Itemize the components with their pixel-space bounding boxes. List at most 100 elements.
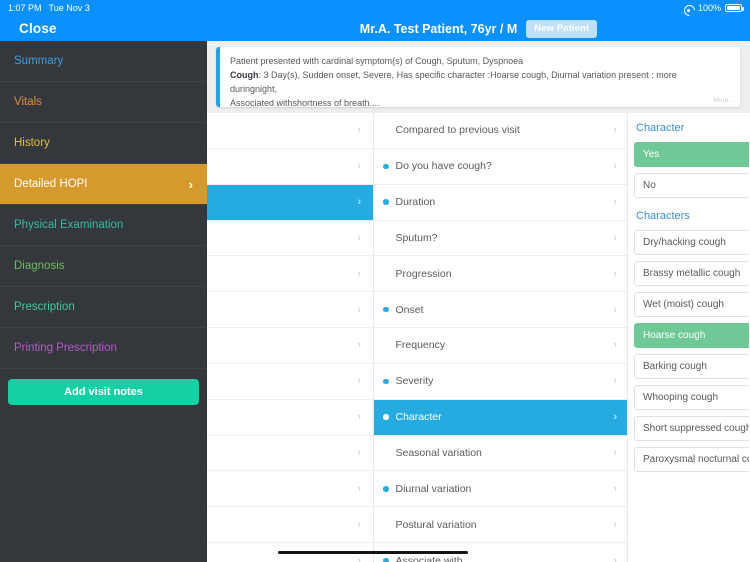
- option-wet-moist-cough[interactable]: Wet (moist) cough: [634, 292, 749, 317]
- question-row-onset[interactable]: Onset ›: [374, 292, 627, 329]
- question-row-frequency[interactable]: Frequency ›: [374, 328, 627, 364]
- summary-line-1: Patient presented with cardinal symptom(…: [230, 56, 524, 66]
- question-row-seasonal-variation[interactable]: Seasonal variation ›: [374, 436, 627, 472]
- sidebar-item-summary[interactable]: Summary: [0, 41, 207, 82]
- parent-question-row[interactable]: ›: [207, 113, 373, 149]
- sidebar-item-physical-examination[interactable]: Physical Examination: [0, 205, 207, 246]
- sidebar-item-label: Vitals: [14, 96, 42, 108]
- summary-symptom-label: Cough: [230, 69, 259, 80]
- chevron-right-icon: ›: [613, 196, 617, 209]
- pane-options: Character Yes No Characters Dry/hacking c…: [628, 113, 749, 562]
- option-no[interactable]: No: [634, 173, 749, 198]
- chevron-right-icon: ›: [357, 196, 361, 209]
- new-patient-button[interactable]: New Patient: [526, 19, 598, 38]
- question-row-severity[interactable]: Severity ›: [374, 364, 627, 400]
- chevron-right-icon: ›: [613, 339, 617, 352]
- parent-question-row[interactable]: ›: [207, 364, 373, 400]
- question-row-label: Severity: [395, 375, 434, 388]
- chevron-right-icon: ›: [613, 160, 617, 173]
- question-row-label: Diurnal variation: [395, 482, 472, 495]
- horizontal-scrollbar[interactable]: [278, 550, 468, 554]
- parent-question-row[interactable]: ›: [207, 184, 373, 221]
- question-row-postural-variation[interactable]: Postural variation ›: [374, 507, 627, 544]
- option-brassy-metallic-cough[interactable]: Brassy metallic cough: [634, 261, 749, 286]
- battery-full-icon: [725, 4, 744, 12]
- parent-question-row[interactable]: ›: [207, 149, 373, 185]
- parent-question-row[interactable]: ›: [207, 221, 373, 257]
- question-row-label: Frequency: [395, 339, 446, 352]
- question-row-label: Do you have cough?: [395, 160, 492, 173]
- close-button-label: Close: [19, 21, 57, 36]
- question-row-sputum-[interactable]: Sputum? ›: [374, 221, 627, 257]
- parent-question-row[interactable]: ›: [207, 400, 373, 436]
- parent-question-row[interactable]: ›: [207, 328, 373, 364]
- option-label: Wet (moist) cough: [643, 299, 724, 310]
- summary-more-link[interactable]: More..: [714, 97, 732, 104]
- chevron-right-icon: ›: [613, 375, 617, 388]
- option-barking-cough[interactable]: Barking cough: [634, 354, 749, 379]
- patient-name-label: Mr.A. Test Patient, 76yr / M: [359, 21, 518, 36]
- parent-question-row[interactable]: ›: [207, 507, 373, 544]
- chevron-right-icon: ›: [357, 447, 361, 460]
- option-paroxysmal-nocturnal-cough[interactable]: Paroxysmal nocturnal cough: [634, 447, 749, 472]
- option-dry-hacking-cough[interactable]: Dry/hacking cough: [634, 230, 749, 255]
- add-visit-notes-button[interactable]: Add visit notes: [8, 379, 199, 405]
- sidebar-item-diagnosis[interactable]: Diagnosis: [0, 246, 207, 287]
- sidebar-item-history[interactable]: History: [0, 123, 207, 164]
- option-yes[interactable]: Yes: [634, 142, 749, 167]
- option-label: Dry/hacking cough: [643, 237, 726, 248]
- sidebar-item-label: Detailed HOPI: [14, 178, 88, 190]
- question-row-progression[interactable]: Progression ›: [374, 256, 627, 293]
- parent-question-row[interactable]: ›: [207, 256, 373, 293]
- question-row-duration[interactable]: Duration ›: [374, 185, 627, 221]
- summary-accent-bar: [216, 47, 220, 107]
- add-visit-notes-wrapper: Add visit notes: [0, 369, 207, 405]
- parent-question-row[interactable]: ›: [207, 292, 373, 329]
- question-row-label: Compared to previous visit: [395, 124, 520, 137]
- sidebar-item-label: Prescription: [14, 301, 75, 313]
- parent-question-row[interactable]: ›: [207, 471, 373, 508]
- parent-question-list: › › › › › › › › › › › › ›: [207, 113, 373, 562]
- sidebar-item-label: Summary: [14, 55, 64, 67]
- option-label: Whooping cough: [643, 392, 719, 403]
- chevron-right-icon: ›: [357, 482, 361, 495]
- question-row-compared-to-previous-visit[interactable]: Compared to previous visit ›: [374, 113, 627, 149]
- chevron-right-icon: ›: [357, 267, 361, 280]
- close-button[interactable]: Close: [0, 16, 207, 41]
- question-row-character[interactable]: Character ›: [374, 399, 627, 436]
- summary-card[interactable]: Patient presented with cardinal symptom(…: [216, 47, 740, 107]
- question-row-label: Duration: [395, 196, 436, 209]
- sidebar-item-detailed-hopi[interactable]: Detailed HOPI ›: [0, 164, 207, 205]
- question-row-label: Onset: [395, 303, 424, 316]
- chevron-right-icon: ›: [613, 518, 617, 531]
- status-bar-right: 100%: [684, 3, 744, 13]
- answered-dot-icon: [383, 557, 389, 562]
- question-row-do-you-have-cough-[interactable]: Do you have cough? ›: [374, 149, 627, 185]
- sidebar-item-printing-prescription[interactable]: Printing Prescription: [0, 328, 207, 369]
- options-scroll: Character Yes No Characters Dry/hacking c…: [628, 113, 749, 472]
- chevron-right-icon: ›: [357, 518, 361, 531]
- sidebar-item-label: Diagnosis: [14, 260, 65, 272]
- status-bar-left: 1:07 PM Tue Nov 3: [8, 3, 90, 13]
- status-time: 1:07 PM: [8, 3, 42, 13]
- sidebar-item-vitals[interactable]: Vitals: [0, 82, 207, 123]
- answered-dot-icon: [383, 486, 389, 492]
- sidebar-item-prescription[interactable]: Prescription: [0, 287, 207, 328]
- chevron-right-icon: ›: [357, 303, 361, 316]
- chevron-right-icon: ›: [613, 411, 617, 424]
- option-short-suppressed-cough[interactable]: Short suppressed cough: [634, 416, 749, 441]
- chevron-right-icon: ›: [613, 554, 617, 562]
- summary-line-2: Cough: 3 Day(s), Sudden onset, Severe, H…: [230, 69, 726, 97]
- option-label: Brassy metallic cough: [643, 268, 741, 279]
- app-root: 1:07 PM Tue Nov 3 100% Close Mr.A. Test …: [0, 0, 750, 562]
- question-row-diurnal-variation[interactable]: Diurnal variation ›: [374, 471, 627, 508]
- options-group-character: Yes No: [634, 142, 749, 198]
- option-label: Short suppressed cough: [643, 423, 749, 434]
- pane-question-list: Compared to previous visit › Do you have c…: [374, 113, 628, 562]
- option-label: Paroxysmal nocturnal cough: [643, 454, 749, 465]
- option-hoarse-cough[interactable]: Hoarse cough: [634, 323, 749, 348]
- chevron-right-icon: ›: [357, 339, 361, 352]
- option-whooping-cough[interactable]: Whooping cough: [634, 385, 749, 410]
- parent-question-row[interactable]: ›: [207, 436, 373, 472]
- chevron-right-icon: ›: [188, 176, 193, 192]
